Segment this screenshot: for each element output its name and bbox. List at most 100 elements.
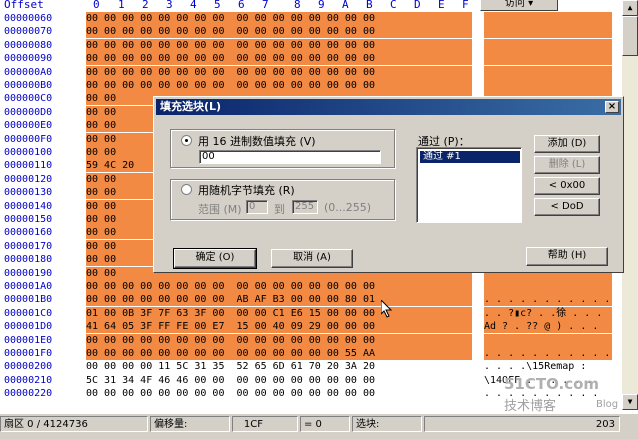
passes-listbox[interactable]: 通过 #1 bbox=[416, 147, 522, 223]
row-ascii[interactable] bbox=[484, 79, 612, 92]
row-offset: 00000180 bbox=[4, 254, 53, 266]
watermark-sub: 技术博客 bbox=[504, 399, 557, 414]
row-hex-bytes[interactable]: 00 00 00 00 11 5C 31 35 52 65 6D 61 70 2… bbox=[86, 360, 472, 373]
delete-button[interactable]: 删除 (L) bbox=[534, 156, 600, 174]
cancel-button[interactable]: 取消 (A) bbox=[271, 249, 353, 268]
row-ascii[interactable] bbox=[484, 38, 612, 52]
row-hex-bytes[interactable]: 00 00 00 00 00 00 00 00 00 00 00 00 00 0… bbox=[86, 333, 472, 347]
offset-eq-status: = 0 bbox=[300, 416, 350, 432]
status-bar: 扇区 0 / 4124736 偏移量: 1CF = 0 选块: 203 bbox=[0, 413, 638, 439]
col-0: 0 bbox=[93, 0, 100, 11]
help-button[interactable]: 帮助 (H) bbox=[526, 247, 608, 266]
col-3: 3 bbox=[166, 0, 173, 11]
hex-fill-label: 用 16 进制数值填充 (V) bbox=[198, 135, 316, 148]
row-offset: 00000190 bbox=[4, 267, 53, 279]
row-offset: 00000140 bbox=[4, 200, 53, 212]
row-hex-bytes[interactable]: 00 00 00 00 00 00 00 00 00 00 00 00 00 0… bbox=[86, 25, 472, 39]
hex-value-input[interactable]: 00 bbox=[199, 150, 381, 164]
col-6: 6 bbox=[238, 0, 245, 11]
table-row[interactable]: 000000A0 00 00 00 00 00 00 00 00 00 00 00… bbox=[0, 65, 638, 79]
row-hex-bytes[interactable]: 00 00 00 00 00 00 00 00 00 00 00 00 00 0… bbox=[86, 12, 472, 25]
offset-status-label: 偏移量: bbox=[150, 416, 230, 432]
scroll-thumb[interactable] bbox=[622, 16, 638, 56]
range-from-input[interactable]: 0 bbox=[246, 200, 268, 214]
row-ascii[interactable]: . . ?▮c? . .徐 . . . bbox=[484, 306, 612, 320]
move-0x00-button[interactable]: < 0x00 bbox=[534, 177, 600, 195]
row-hex-bytes[interactable]: 00 00 00 00 00 00 00 00 AB AF B3 00 00 0… bbox=[86, 293, 472, 307]
table-row[interactable]: 000001C0 01 00 0B 3F 7F 63 3F 00 00 00 C1… bbox=[0, 306, 638, 320]
range-to-label: 到 bbox=[274, 203, 285, 216]
ok-button[interactable]: 确定 (O) bbox=[173, 248, 257, 269]
table-row[interactable]: 000001A0 00 00 00 00 00 00 00 00 00 00 00… bbox=[0, 280, 638, 293]
row-hex-bytes[interactable]: 00 00 00 00 00 00 00 00 00 00 00 00 00 0… bbox=[86, 280, 472, 293]
col-1: 1 bbox=[118, 0, 125, 11]
row-ascii[interactable]: . . . .\15Remap : bbox=[484, 360, 612, 373]
table-row[interactable]: 000001D0 41 64 05 3F FF FE 00 E7 15 00 40… bbox=[0, 320, 638, 334]
random-fill-label: 用随机字节填充 (R) bbox=[198, 184, 295, 197]
row-offset: 00000220 bbox=[4, 388, 53, 400]
row-offset: 00000200 bbox=[4, 361, 53, 373]
add-button[interactable]: 添加 (D) bbox=[534, 135, 600, 153]
row-hex-bytes[interactable]: 00 00 00 00 00 00 00 00 00 00 00 00 00 0… bbox=[86, 347, 472, 360]
fill-block-dialog[interactable]: 填充选块(L) × 用 16 进制数值填充 (V) 00 用随机字节填充 (R)… bbox=[153, 96, 624, 273]
col-A: A bbox=[342, 0, 349, 11]
row-ascii[interactable] bbox=[484, 333, 612, 347]
close-icon[interactable]: × bbox=[605, 101, 619, 113]
dialog-titlebar[interactable]: 填充选块(L) × bbox=[156, 99, 621, 115]
column-header: Offset 0 1 2 3 4 5 6 7 8 9 A B C D E F 访… bbox=[0, 0, 638, 12]
watermark-main: 51CTO.com bbox=[504, 375, 600, 393]
col-9: 9 bbox=[318, 0, 325, 11]
selection-status-label: 选块: bbox=[352, 416, 422, 432]
offset-status-value: 1CF bbox=[232, 416, 298, 432]
range-hint: (0...255) bbox=[324, 201, 372, 214]
table-row[interactable]: 00000070 00 00 00 00 00 00 00 00 00 00 00… bbox=[0, 25, 638, 39]
row-ascii[interactable] bbox=[484, 280, 612, 293]
table-row[interactable]: 000000B0 00 00 00 00 00 00 00 00 00 00 00… bbox=[0, 79, 638, 92]
col-5: 5 bbox=[214, 0, 221, 11]
table-row[interactable]: 000001E0 00 00 00 00 00 00 00 00 00 00 00… bbox=[0, 333, 638, 347]
row-ascii[interactable] bbox=[484, 25, 612, 39]
table-row[interactable]: 00000060 00 00 00 00 00 00 00 00 00 00 00… bbox=[0, 12, 638, 25]
table-row[interactable]: 00000200 00 00 00 00 11 5C 31 35 52 65 6D… bbox=[0, 360, 638, 373]
col-E: E bbox=[438, 0, 445, 11]
row-offset: 000001E0 bbox=[4, 334, 53, 346]
watermark: 51CTO.com 技术博客 Blog bbox=[488, 375, 628, 415]
table-row[interactable]: 000001B0 00 00 00 00 00 00 00 00 AB AF B3… bbox=[0, 293, 638, 307]
row-hex-bytes[interactable]: 00 00 00 00 00 00 00 00 00 00 00 00 00 0… bbox=[86, 65, 472, 79]
vertical-scrollbar[interactable]: ▲ ▼ bbox=[622, 0, 638, 410]
row-ascii[interactable] bbox=[484, 12, 612, 25]
range-to-input[interactable]: 255 bbox=[292, 200, 318, 214]
row-hex-bytes[interactable]: 41 64 05 3F FF FE 00 E7 15 00 40 09 29 0… bbox=[86, 320, 472, 334]
row-hex-bytes[interactable]: 5C 31 34 4F 46 46 00 00 00 00 00 00 00 0… bbox=[86, 374, 472, 387]
row-offset: 00000080 bbox=[4, 39, 53, 51]
row-offset: 000000E0 bbox=[4, 120, 53, 132]
hex-fill-radio[interactable] bbox=[181, 135, 192, 146]
row-ascii[interactable]: . . . . . . . . . . . . . .U▮ bbox=[484, 347, 612, 360]
random-fill-radio[interactable] bbox=[181, 184, 192, 195]
row-ascii[interactable] bbox=[484, 65, 612, 79]
row-ascii[interactable]: . . . . . . . . . . . . ? . ▮ bbox=[484, 293, 612, 307]
table-row[interactable]: 00000090 00 00 00 00 00 00 00 00 00 00 00… bbox=[0, 52, 638, 66]
table-row[interactable]: 000001F0 00 00 00 00 00 00 00 00 00 00 00… bbox=[0, 347, 638, 360]
row-hex-bytes[interactable]: 01 00 0B 3F 7F 63 3F 00 00 00 C1 E6 15 0… bbox=[86, 306, 472, 320]
range-label: 范围 (M) bbox=[198, 203, 242, 216]
scroll-up-icon[interactable]: ▲ bbox=[622, 0, 638, 16]
row-ascii[interactable] bbox=[484, 52, 612, 66]
row-offset: 00000170 bbox=[4, 240, 53, 252]
access-dropdown-button[interactable]: 访问 ▾ bbox=[480, 0, 558, 11]
move-dod-button[interactable]: < DoD bbox=[534, 198, 600, 216]
row-hex-bytes[interactable]: 00 00 00 00 00 00 00 00 00 00 00 00 00 0… bbox=[86, 52, 472, 66]
row-ascii[interactable]: Ad ? . ?? @ ) . . . bbox=[484, 320, 612, 334]
col-4: 4 bbox=[190, 0, 197, 11]
row-offset: 00000070 bbox=[4, 26, 53, 38]
row-offset: 00000160 bbox=[4, 227, 53, 239]
row-offset: 00000060 bbox=[4, 13, 53, 24]
row-hex-bytes[interactable]: 00 00 00 00 00 00 00 00 00 00 00 00 00 0… bbox=[86, 38, 472, 52]
list-item[interactable]: 通过 #1 bbox=[420, 151, 520, 163]
table-row[interactable]: 00000080 00 00 00 00 00 00 00 00 00 00 00… bbox=[0, 38, 638, 52]
col-7: 7 bbox=[262, 0, 269, 11]
row-hex-bytes[interactable]: 00 00 00 00 00 00 00 00 00 00 00 00 00 0… bbox=[86, 387, 472, 400]
row-offset: 000000F0 bbox=[4, 133, 53, 145]
offset-column-title: Offset bbox=[4, 0, 44, 11]
row-hex-bytes[interactable]: 00 00 00 00 00 00 00 00 00 00 00 00 00 0… bbox=[86, 79, 472, 92]
